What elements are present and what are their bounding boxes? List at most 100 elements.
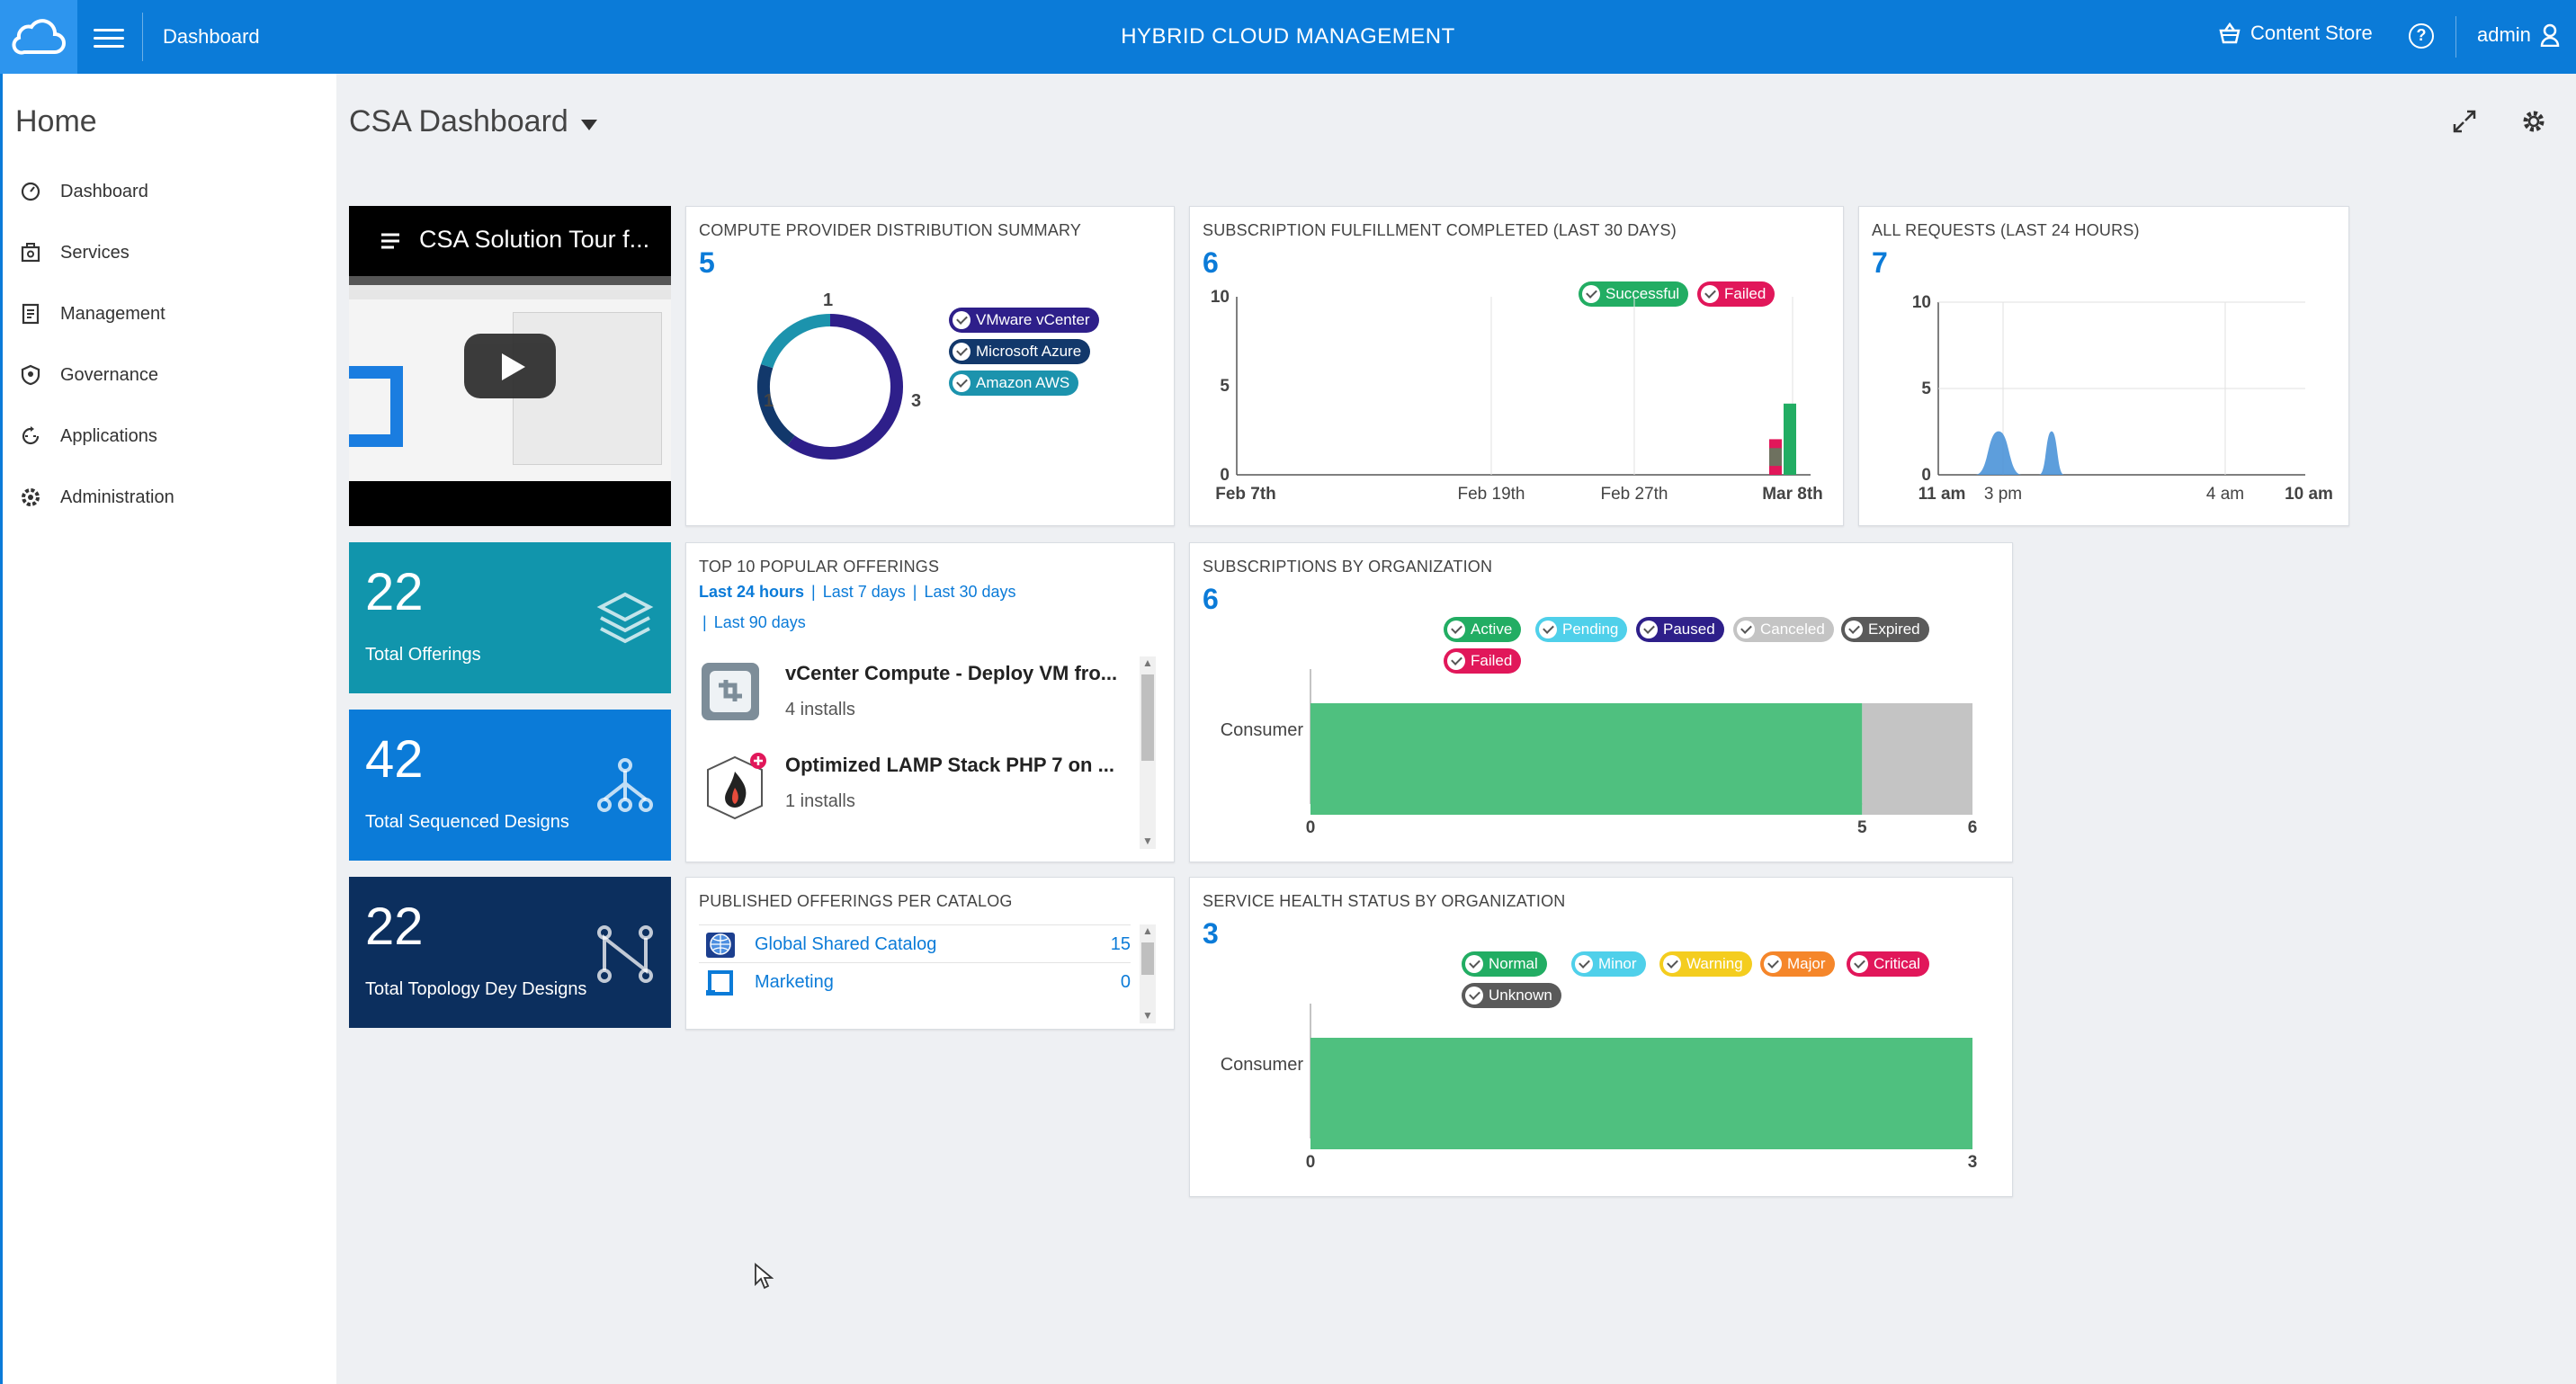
sidebar-item-label: Services: [60, 242, 130, 263]
top-bar: Dashboard HYBRID CLOUD MANAGEMENT Conten…: [0, 0, 2576, 74]
offering-name: Optimized LAMP Stack PHP 7 on ...: [785, 754, 1114, 776]
offering-item[interactable]: vCenter Compute - Deploy VM fro... 4 ins…: [699, 656, 1167, 746]
donut-slice: [760, 314, 831, 369]
thumbnail-tabs: [349, 285, 671, 299]
successful-bar-overlap: [1769, 448, 1782, 467]
content-store-link[interactable]: Content Store: [2218, 22, 2373, 45]
filter-separator: |: [912, 583, 917, 601]
tile-value: 42: [365, 730, 424, 789]
x-tick-label: Feb 27th: [1601, 485, 1668, 504]
bar-normal: [1310, 1038, 1972, 1149]
catalog-scrollbar[interactable]: ▲ ▼: [1140, 924, 1156, 1023]
legend-label: Microsoft Azure: [976, 343, 1082, 360]
catalog-name: Marketing: [755, 972, 834, 992]
catalog-row[interactable]: Marketing 0: [699, 962, 1131, 1000]
sidebar-item-dashboard[interactable]: Dashboard: [19, 180, 148, 203]
scroll-up-arrow[interactable]: ▲: [1140, 924, 1156, 939]
y-tick-label: 0: [1220, 466, 1230, 485]
basket-icon: [2219, 22, 2241, 44]
y-tick-label: 5: [1921, 379, 1931, 398]
administration-icon: [19, 486, 42, 509]
help-icon[interactable]: ?: [2409, 23, 2434, 49]
successful-bar: [1784, 403, 1796, 475]
sidebar-item-label: Governance: [60, 364, 158, 385]
all-requests-card: ALL REQUESTS (LAST 24 HOURS) 7 0 5 10 11 am…: [1858, 206, 2349, 526]
offerings-scrollbar[interactable]: ▲ ▼: [1140, 656, 1156, 849]
tile-total-topology-designs[interactable]: 22 Total Topology Dey Designs: [349, 877, 671, 1028]
fulfillment-chart: Feb 7th Feb 19th Feb 27th Mar 8th 0 5 10: [1211, 288, 1823, 504]
compute-provider-card: COMPUTE PROVIDER DISTRIBUTION SUMMARY 5 …: [685, 206, 1175, 526]
catalog-count: 0: [1120, 972, 1131, 992]
app-title: HYBRID CLOUD MANAGEMENT: [1121, 24, 1455, 49]
legend-amazon-aws[interactable]: Amazon AWS: [949, 371, 1079, 396]
sidebar-item-administration[interactable]: Administration: [19, 486, 174, 509]
donut-slice: [787, 314, 903, 460]
offering-installs: 4 installs: [785, 700, 855, 719]
expand-icon[interactable]: [2449, 106, 2480, 137]
dashboard-selector[interactable]: CSA Dashboard: [349, 104, 597, 139]
play-icon[interactable]: [464, 334, 556, 398]
offering-item[interactable]: Optimized LAMP Stack PHP 7 on ... 1 inst…: [699, 748, 1167, 838]
sidebar-item-services[interactable]: Services: [19, 241, 130, 264]
scroll-thumb[interactable]: [1141, 674, 1154, 761]
sidebar-item-label: Dashboard: [60, 181, 148, 201]
filter-last-90-days[interactable]: Last 90 days: [714, 613, 806, 631]
requests-chart: 0 5 10 11 am 3 pm 4 am 10 am: [1912, 293, 2333, 504]
filter-last-24-hours[interactable]: Last 24 hours: [699, 583, 804, 601]
tile-total-sequenced-designs[interactable]: 42 Total Sequenced Designs: [349, 710, 671, 861]
x-tick-label: 10 am: [2285, 485, 2333, 504]
offering-installs: 1 installs: [785, 791, 855, 811]
catalog-row[interactable]: Global Shared Catalog 15: [699, 924, 1131, 962]
catalog-card: PUBLISHED OFFERINGS PER CATALOG Global S…: [685, 877, 1175, 1030]
x-tick-label: Mar 8th: [1762, 485, 1823, 504]
tile-label: Total Offerings: [365, 645, 481, 665]
x-tick-label: 11 am: [1919, 485, 1966, 504]
tile-total-offerings[interactable]: 22 Total Offerings: [349, 542, 671, 693]
category-label: Consumer: [1221, 720, 1304, 740]
sidebar-item-management[interactable]: Management: [19, 302, 165, 326]
scroll-thumb[interactable]: [1141, 942, 1154, 975]
catalog-name: Global Shared Catalog: [755, 934, 937, 954]
legend-vmware-vcenter[interactable]: VMware vCenter: [949, 308, 1099, 333]
filter-separator: |: [811, 583, 816, 601]
tile-label: Total Sequenced Designs: [365, 812, 569, 832]
x-tick-label: 5: [1857, 818, 1867, 837]
mouse-cursor-icon: [755, 1263, 774, 1290]
service-health-card: SERVICE HEALTH STATUS BY ORGANIZATION 3 …: [1189, 877, 2013, 1197]
scroll-up-arrow[interactable]: ▲: [1140, 656, 1156, 671]
donut-label: 3: [911, 391, 921, 411]
legend-microsoft-azure[interactable]: Microsoft Azure: [949, 339, 1091, 364]
time-filter: Last 24 hours | Last 7 days | Last 30 days: [699, 583, 1016, 602]
tile-value: 22: [365, 563, 424, 621]
filter-last-7-days[interactable]: Last 7 days: [823, 583, 906, 601]
scroll-down-arrow[interactable]: ▼: [1140, 835, 1156, 849]
sidebar-item-governance[interactable]: Governance: [19, 363, 158, 387]
legend-label: VMware vCenter: [976, 311, 1090, 328]
y-tick-label: 10: [1912, 293, 1931, 312]
check-icon: [953, 343, 970, 361]
sidebar-item-applications[interactable]: Applications: [19, 424, 157, 448]
request-area: [2039, 431, 2064, 475]
layers-icon: [596, 592, 654, 644]
thumbnail-shape: [349, 366, 403, 447]
donut-label: 1: [764, 391, 774, 411]
user-name: admin: [2477, 23, 2531, 46]
tile-label: Total Topology Dey Designs: [365, 979, 587, 999]
filter-last-30-days[interactable]: Last 30 days: [924, 583, 1015, 601]
video-player[interactable]: CSA Solution Tour f...: [349, 206, 671, 526]
user-icon: [2540, 23, 2560, 47]
dashboard-title: CSA Dashboard: [349, 104, 568, 138]
tile-value: 22: [365, 897, 424, 956]
gear-icon[interactable]: [2518, 106, 2549, 137]
x-tick-label: 3: [1968, 1153, 1978, 1172]
check-icon: [953, 374, 970, 392]
globe-book-icon: [706, 933, 735, 958]
popular-offerings-card: TOP 10 POPULAR OFFERINGS Last 24 hours | L…: [685, 542, 1175, 862]
check-icon: [953, 311, 970, 329]
card-count[interactable]: 5: [699, 246, 715, 280]
x-tick-label: 6: [1968, 818, 1978, 837]
legend-label: Amazon AWS: [976, 374, 1070, 391]
scroll-down-arrow[interactable]: ▼: [1140, 1009, 1156, 1023]
user-menu[interactable]: admin: [2477, 23, 2560, 47]
subscriptions-chart: Consumer 0 5 6: [1221, 669, 1978, 837]
